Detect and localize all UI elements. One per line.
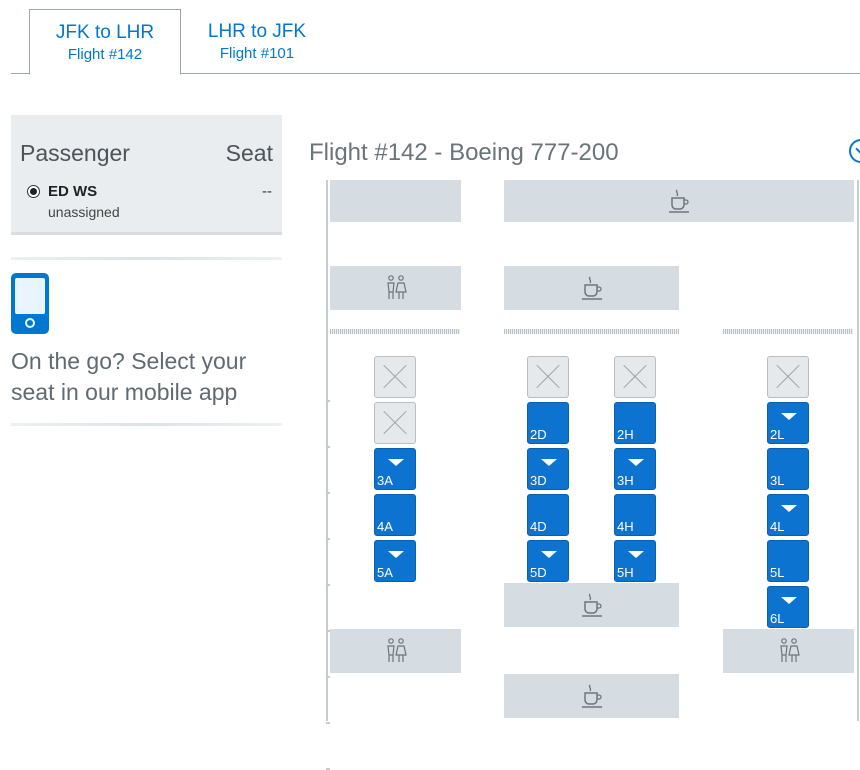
seat-label: 4L: [770, 519, 785, 534]
seat-label: 2L: [770, 427, 785, 442]
fuselage-wall-left: [326, 180, 328, 721]
seat-4a[interactable]: 4A: [374, 494, 416, 536]
seat-label: 3H: [617, 473, 634, 488]
seat-label: 3D: [530, 473, 547, 488]
seat-header: Seat: [225, 140, 273, 166]
tab-lhr-to-jfk[interactable]: LHR to JFK Flight #101: [181, 9, 333, 74]
seat-label: 5H: [617, 565, 634, 580]
row-marker: [326, 492, 330, 494]
unavailable-seat: [614, 356, 656, 398]
divider: [11, 423, 282, 426]
passenger-header: Passenger: [20, 140, 130, 166]
bulkhead: [504, 329, 679, 334]
seat-label: 4H: [617, 519, 634, 534]
fuselage-wall-right: [857, 180, 859, 721]
row-marker: [326, 676, 330, 678]
bulkhead: [723, 329, 853, 334]
preferred-seat-icon: [541, 551, 557, 558]
unavailable-seat: [374, 356, 416, 398]
mobile-phone-icon[interactable]: [11, 273, 49, 334]
restroom-icon: [386, 638, 407, 662]
seat-label: 4D: [530, 519, 547, 534]
coffee-cup-icon: [581, 276, 602, 300]
seat-5d[interactable]: 5D: [527, 540, 569, 582]
seat-map: 3A 4A 5A 2D 3D 4D 5D 2H 3H 4H 5H 2L 3L 4L 5L 6L: [326, 180, 860, 770]
coffee-cup-icon: [669, 189, 689, 213]
seat-label: 2H: [617, 427, 634, 442]
passenger-status: unassigned: [48, 204, 120, 220]
seat-label: 3L: [770, 473, 785, 488]
divider: [11, 257, 282, 260]
preferred-seat-icon: [628, 551, 644, 558]
chevron-down-circle-icon[interactable]: [849, 139, 860, 163]
seat-3h[interactable]: 3H: [614, 448, 656, 490]
galley-area: [330, 180, 461, 222]
seat-label: 5A: [377, 565, 393, 580]
bulkhead: [330, 329, 460, 334]
seat-4d[interactable]: 4D: [527, 494, 569, 536]
seat-3a[interactable]: 3A: [374, 448, 416, 490]
flight-tabs: JFK to LHR Flight #142 LHR to JFK Flight…: [11, 0, 860, 75]
row-marker: [326, 538, 330, 540]
seat-4h[interactable]: 4H: [614, 494, 656, 536]
seat-3l[interactable]: 3L: [767, 448, 809, 490]
restroom-icon: [386, 275, 407, 299]
seat-4l[interactable]: 4L: [767, 494, 809, 536]
tab-flight-number: Flight #142: [67, 46, 143, 63]
row-marker: [326, 584, 330, 586]
passenger-radio[interactable]: [27, 185, 40, 198]
passenger-name[interactable]: ED WS: [48, 183, 97, 200]
unavailable-seat: [527, 356, 569, 398]
galley: [504, 266, 679, 310]
seat-label: 5L: [770, 565, 785, 580]
tab-jfk-to-lhr[interactable]: JFK to LHR Flight #142: [29, 9, 181, 75]
seat-label: 5D: [530, 565, 547, 580]
preferred-seat-icon: [388, 551, 404, 558]
tab-route: JFK to LHR: [55, 22, 155, 43]
tab-flight-number: Flight #101: [219, 45, 295, 62]
passenger-panel: Passenger Seat ED WS unassigned --: [11, 115, 282, 235]
row-marker: [326, 446, 330, 448]
seatmap-title: Flight #142 - Boeing 777-200: [309, 139, 619, 166]
seat-3d[interactable]: 3D: [527, 448, 569, 490]
mobile-app-promo[interactable]: On the go? Select your seat in our mobil…: [11, 346, 281, 408]
preferred-seat-icon: [628, 459, 644, 466]
preferred-seat-icon: [781, 505, 797, 512]
seat-5a[interactable]: 5A: [374, 540, 416, 582]
coffee-cup-icon: [581, 593, 602, 617]
tab-route: LHR to JFK: [207, 21, 307, 42]
preferred-seat-icon: [781, 413, 797, 420]
row-marker: [326, 722, 330, 724]
lavatory: [330, 629, 461, 673]
galley: [504, 583, 679, 627]
galley: [504, 674, 679, 718]
passenger-seat: --: [262, 183, 272, 200]
coffee-cup-icon: [581, 684, 602, 708]
seat-label: 6L: [770, 611, 785, 626]
seat-label: 3A: [377, 473, 393, 488]
galley: [504, 180, 854, 222]
restroom-icon: [779, 638, 800, 662]
seat-2d[interactable]: 2D: [527, 402, 569, 444]
seat-2l[interactable]: 2L: [767, 402, 809, 444]
unavailable-seat: [767, 356, 809, 398]
seat-2h[interactable]: 2H: [614, 402, 656, 444]
row-marker: [326, 630, 330, 632]
seat-5l[interactable]: 5L: [767, 540, 809, 582]
row-marker: [326, 400, 330, 402]
preferred-seat-icon: [388, 459, 404, 466]
seat-5h[interactable]: 5H: [614, 540, 656, 582]
lavatory: [330, 266, 461, 310]
preferred-seat-icon: [541, 459, 557, 466]
unavailable-seat: [374, 402, 416, 444]
seat-label: 4A: [377, 519, 393, 534]
seat-label: 2D: [530, 427, 547, 442]
seat-6l[interactable]: 6L: [767, 586, 809, 628]
lavatory: [723, 629, 854, 673]
preferred-seat-icon: [781, 597, 797, 604]
